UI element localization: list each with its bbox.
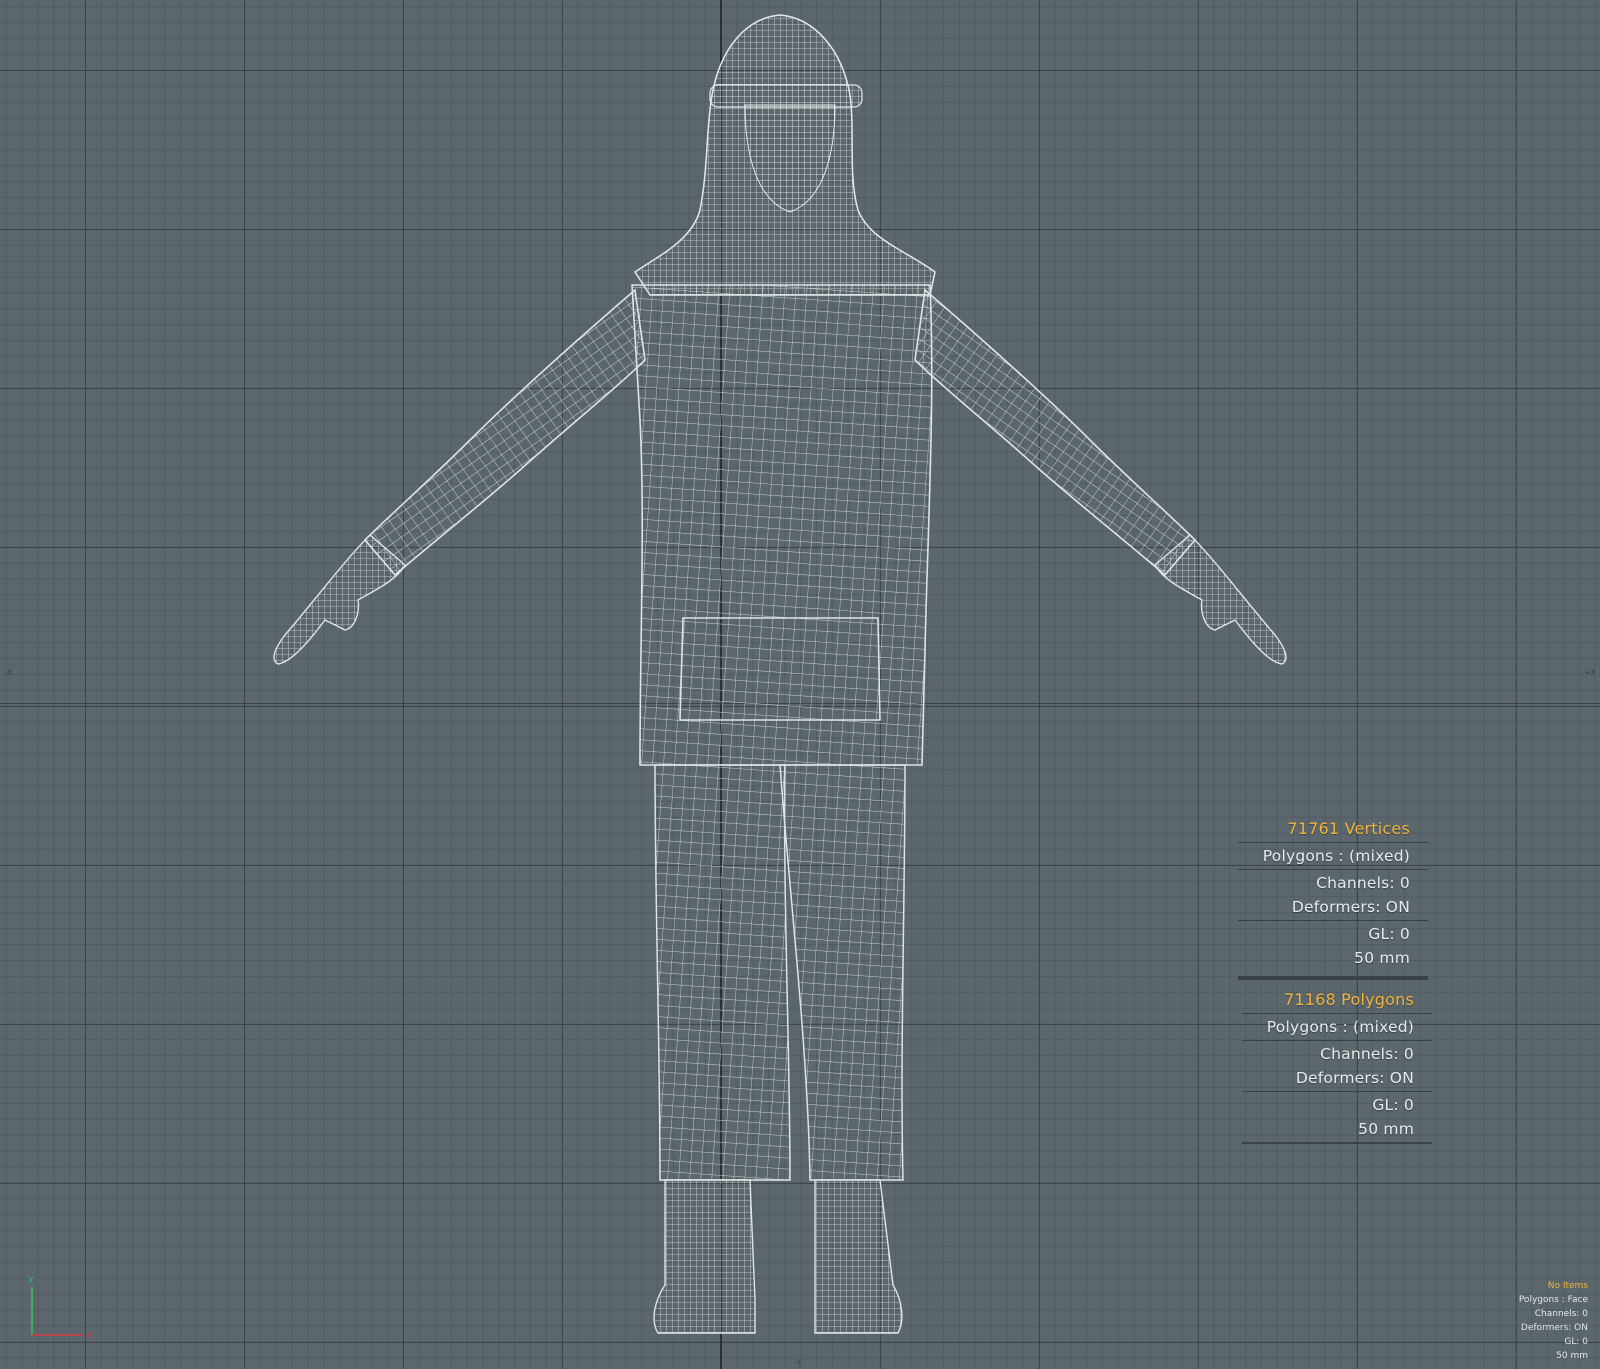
divider <box>1242 1091 1432 1092</box>
3d-viewport[interactable]: -X +X -Y 71761 Vertices Polygons: (mixe… <box>0 0 1600 1369</box>
polygons-count: 71168 Polygons <box>1284 990 1414 1009</box>
axis-gizmo-icon: Y X <box>27 1276 92 1341</box>
unit-size: 50 mm <box>1358 1120 1414 1138</box>
deformers-state: Deformers: ON <box>1295 1069 1414 1087</box>
gl-count: GL: 0 <box>1368 925 1410 943</box>
hat-band <box>709 84 863 108</box>
gl-count: GL: 0 <box>1372 1096 1414 1114</box>
left-hand-mesh <box>273 534 406 665</box>
left-arm-mesh <box>363 288 646 577</box>
divider <box>1242 1013 1432 1014</box>
divider <box>1238 869 1428 870</box>
right-leg-mesh <box>779 764 906 1181</box>
status-info-panel: No Items Polygons : Face Channels: 0 Def… <box>1519 1279 1588 1363</box>
polygons-type: Polygons : (mixed) <box>1262 847 1410 865</box>
divider <box>1242 1142 1432 1144</box>
channels-count: Channels: 0 <box>1316 874 1410 892</box>
torso-mesh <box>631 284 933 766</box>
vertices-count: 71761 Vertices <box>1287 819 1410 838</box>
left-leg-mesh <box>654 764 791 1181</box>
gizmo-y-label: Y <box>27 1276 34 1286</box>
divider <box>1242 1040 1432 1041</box>
deformers-state: Deformers: ON <box>1291 898 1410 916</box>
selection-status: No Items <box>1547 1281 1588 1291</box>
channels-count: Channels: 0 <box>1320 1045 1414 1063</box>
polygons-type: Polygons : Face <box>1518 1295 1588 1305</box>
right-boot-mesh <box>814 1179 903 1334</box>
right-hand-mesh <box>1154 534 1287 665</box>
divider <box>1238 842 1428 843</box>
right-arm-mesh <box>914 288 1197 577</box>
polygons-info-panel: 71168 Polygons Polygons : (mixed) Channe… <box>1242 988 1432 1145</box>
deformers-state: Deformers: ON <box>1520 1323 1588 1333</box>
panel-divider <box>1238 976 1428 980</box>
channels-count: Channels: 0 <box>1534 1309 1588 1319</box>
character-wireframe-model[interactable] <box>0 0 1600 1369</box>
divider <box>1238 920 1428 921</box>
gl-count: GL: 0 <box>1564 1337 1588 1347</box>
gizmo-x-label: X <box>86 1331 92 1341</box>
unit-size: 50 mm <box>1354 949 1410 967</box>
unit-size: 50 mm <box>1556 1351 1588 1361</box>
polygons-type: Polygons : (mixed) <box>1266 1018 1414 1036</box>
vertices-info-panel: 71761 Vertices Polygons : (mixed) Channe… <box>1238 817 1428 982</box>
left-boot-mesh <box>653 1179 756 1334</box>
